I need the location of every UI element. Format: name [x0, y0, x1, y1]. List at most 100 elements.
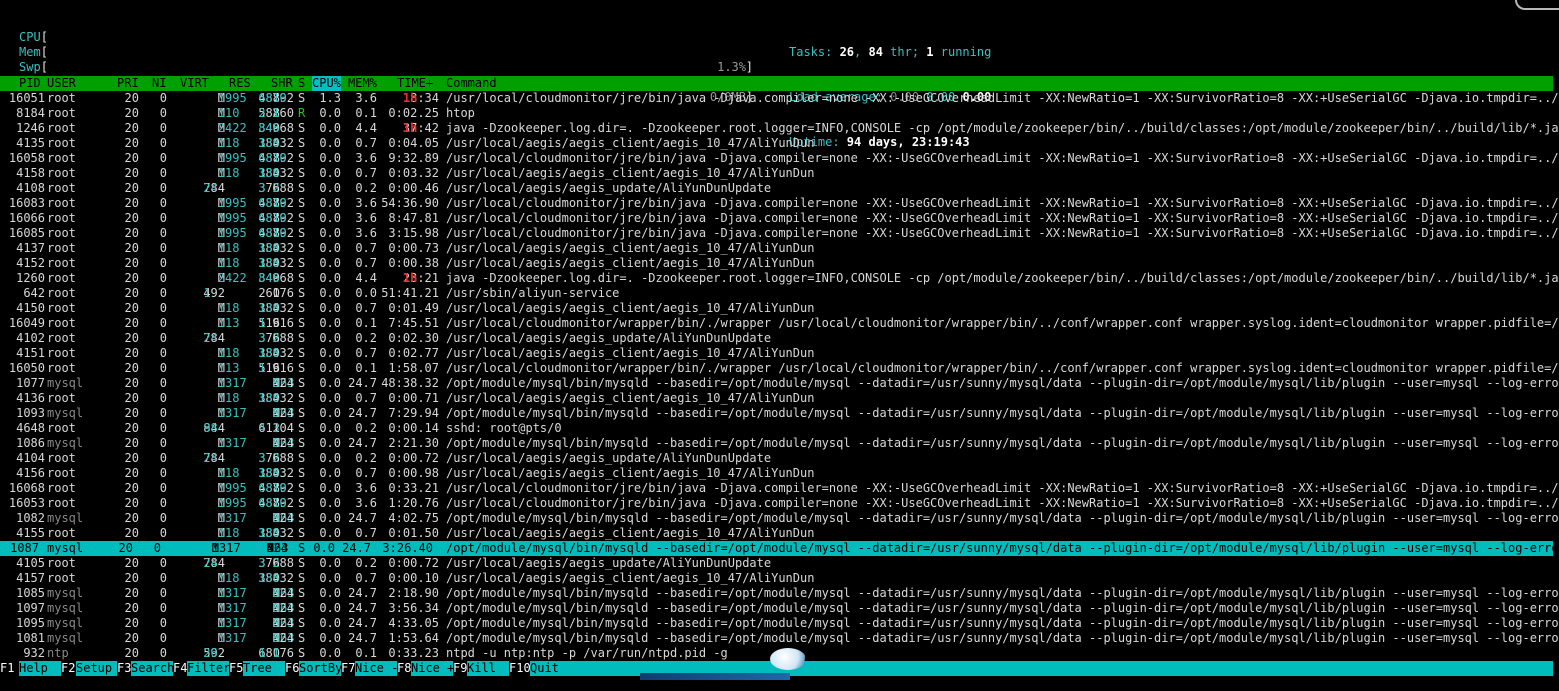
time-cell: 0:04.05	[388, 136, 439, 150]
process-row[interactable]: 1082 mysql 20 0 1317 M 463 M 8 424 S 0.0 24.7 4:02.75…	[0, 511, 1559, 526]
process-row[interactable]: 1246 root 20 0 2422 M 84 340 6 968 S 0.0 4.4 1h 37:42 j…	[0, 121, 1559, 136]
process-row[interactable]: 1260 root 20 0 2422 M 84 340 6 968 S 0.0 4.4 1h 23:21 j…	[0, 271, 1559, 286]
fkey-f6-label[interactable]: SortBy	[299, 661, 342, 676]
fkey-f7-label[interactable]: Nice -	[355, 661, 398, 676]
virt-cell: 118 M	[217, 136, 240, 150]
fkey-f8-label[interactable]: Nice +	[411, 661, 454, 676]
process-row[interactable]: 4648 root 20 0 98 844 4 612 3 104 S 0.0 0.2 0:00.14 ss…	[0, 421, 1559, 436]
process-row[interactable]: 4135 root 20 0 118 M 13 380 8 432 S 0.0 0.7 0:04.05/u…	[0, 136, 1559, 151]
shr-cell: 6 968	[272, 271, 294, 285]
user-cell: mysql	[47, 406, 84, 420]
col-header-state[interactable]: S	[298, 76, 305, 91]
priority-cell: 20	[124, 151, 139, 165]
process-row[interactable]: 4104 root 20 0 24 784 3 376 2 688 S 0.0 0.2 0:00.72/u…	[0, 451, 1559, 466]
process-row[interactable]: 4137 root 20 0 118 M 13 380 8 432 S 0.0 0.7 0:00.73/u…	[0, 241, 1559, 256]
process-row[interactable]: 4158 root 20 0 118 M 13 380 8 432 S 0.0 0.7 0:03.32/u…	[0, 166, 1559, 181]
process-row[interactable]: 642 root 20 0 1 492 260 176 S 0.0 0.0 51:41.21/usr/…	[0, 286, 1559, 301]
fkey-f10[interactable]: F10	[509, 661, 531, 676]
fkey-f4[interactable]: F4	[173, 661, 187, 676]
shr-cell: 2 688	[272, 181, 294, 195]
fkey-f10-label[interactable]: Quit	[530, 661, 559, 676]
process-row[interactable]: 1081 mysql 20 0 1317 M 463 M 8 424 S 0.0 24.7 1:53.64…	[0, 631, 1559, 646]
state-cell: S	[298, 586, 306, 600]
process-row[interactable]: 16066 root 20 0 1995 M 68 488 10 792 S 0.0 3.6 8:47.8…	[0, 211, 1559, 226]
process-row[interactable]: 4152 root 20 0 118 M 13 380 8 432 S 0.0 0.7 0:00.38/u…	[0, 256, 1559, 271]
shr-cell: 8 432	[272, 571, 294, 585]
fkey-f6[interactable]: F6	[285, 661, 299, 676]
cpu-meter: CPU[ 1.3% ]	[0, 15, 780, 74]
fkey-f8[interactable]: F8	[397, 661, 411, 676]
command-cell: /usr/local/aegis/aegis_client/aegis_10_4…	[446, 526, 815, 540]
process-row[interactable]: 16083 root 20 0 1995 M 68 488 10 792 S 0.0 3.6 54:36.…	[0, 196, 1559, 211]
col-header-mem[interactable]: MEM%	[348, 76, 377, 91]
fkey-f9[interactable]: F9	[453, 661, 467, 676]
process-row[interactable]: 8184 root 20 0 110 M 2 588 1 260 R 0.0 0.1 0:02.25 hto…	[0, 106, 1559, 121]
cpu-percent-cell: 0.0	[319, 646, 341, 660]
process-row[interactable]: 4156 root 20 0 118 M 13 380 8 432 S 0.0 0.7 0:00.98/u…	[0, 466, 1559, 481]
process-row[interactable]: 1095 mysql 20 0 1317 M 463 M 8 424 S 0.0 24.7 4:33.05…	[0, 616, 1559, 631]
col-header-time[interactable]: TIME+	[397, 76, 433, 91]
fkey-f7[interactable]: F7	[341, 661, 355, 676]
process-row[interactable]: 16068 root 20 0 1995 M 68 488 10 792 S 0.0 3.6 0:33.2…	[0, 481, 1559, 496]
cpu-percent-cell: 0.0	[319, 391, 341, 405]
process-row[interactable]: 16058 root 20 0 1995 M 68 488 10 792 S 0.0 3.6 9:32.8…	[0, 151, 1559, 166]
col-header-virt[interactable]: VIRT	[180, 76, 209, 91]
mem-percent-cell: 3.6	[355, 196, 377, 210]
process-row[interactable]: 1097 mysql 20 0 1317 M 463 M 8 424 S 0.0 24.7 3:56.34…	[0, 601, 1559, 616]
command-cell: /usr/local/aegis/aegis_client/aegis_10_4…	[446, 466, 815, 480]
shr-cell: 3 104	[272, 421, 294, 435]
col-header-pri[interactable]: PRI	[117, 76, 139, 91]
process-row[interactable]: 4102 root 20 0 24 784 3 376 2 688 S 0.0 0.2 0:02.30/u…	[0, 331, 1559, 346]
process-row[interactable]: 4150 root 20 0 118 M 13 380 8 432 S 0.0 0.7 0:01.49/u…	[0, 301, 1559, 316]
fkey-f1-label[interactable]: Help	[19, 661, 61, 676]
fkey-f1[interactable]: F1	[0, 661, 14, 676]
process-row[interactable]: 1086 mysql 20 0 1317 M 463 M 8 424 S 0.0 24.7 2:21.30…	[0, 436, 1559, 451]
command-cell: /usr/sbin/aliyun-service	[446, 286, 620, 300]
virt-cell: 1995 M	[217, 496, 247, 510]
process-row-selected[interactable]: 1087 mysql 20 0 1317 M 463 M 8 424 S 0.0 24.7 3:26.40…	[0, 541, 1553, 556]
process-row[interactable]: 16049 root 20 0 113 M 1 516 916 S 0.0 0.1 7:45.51/us…	[0, 316, 1559, 331]
fkey-f5[interactable]: F5	[229, 661, 243, 676]
swap-meter-label: Swp[	[19, 60, 48, 74]
virt-cell: 1995 M	[217, 151, 247, 165]
nice-cell: 0	[159, 466, 167, 480]
process-row[interactable]: 16085 root 20 0 1995 M 68 488 10 792 S 0.0 3.6 3:15.9…	[0, 226, 1559, 241]
fkey-f3[interactable]: F3	[117, 661, 131, 676]
col-header-res[interactable]: RES	[229, 76, 251, 91]
shr-cell: 2 688	[272, 331, 294, 345]
virt-cell: 118 M	[217, 256, 240, 270]
fkey-f2-label[interactable]: Setup	[76, 661, 117, 676]
col-header-cpu-sorted[interactable]: CPU%	[312, 76, 341, 91]
process-row[interactable]: 4157 root 20 0 118 M 13 380 8 432 S 0.0 0.7 0:00.10/u…	[0, 571, 1559, 586]
fkey-f5-label[interactable]: Tree	[243, 661, 285, 676]
fkey-f3-label[interactable]: Search	[131, 661, 174, 676]
process-row[interactable]: 1077 mysql 20 0 1317 M 463 M 8 424 S 0.0 24.7 48:38.3…	[0, 376, 1559, 391]
col-header-shr[interactable]: SHR	[271, 76, 293, 91]
fkey-f4-label[interactable]: Filter	[187, 661, 230, 676]
process-row[interactable]: 16051 root 20 0 1995 M 68 488 10 792 S 1.3 3.6 1h 18:3…	[0, 91, 1559, 106]
nice-cell: 0	[159, 166, 167, 180]
col-header-user[interactable]: USER	[47, 76, 76, 91]
process-row[interactable]: 4151 root 20 0 118 M 13 380 8 432 S 0.0 0.7 0:02.77/u…	[0, 346, 1559, 361]
state-cell: S	[298, 541, 306, 555]
process-row[interactable]: 1085 mysql 20 0 1317 M 463 M 8 424 S 0.0 24.7 2:18.90…	[0, 586, 1559, 601]
fkey-f2[interactable]: F2	[61, 661, 75, 676]
process-row[interactable]: 4108 root 20 0 24 784 3 376 2 688 S 0.0 0.2 0:00.46/u…	[0, 181, 1559, 196]
nice-cell: 0	[159, 271, 167, 285]
col-header-ni[interactable]: NI	[152, 76, 166, 91]
nice-cell: 0	[159, 526, 167, 540]
process-row[interactable]: 4105 root 20 0 24 784 3 376 2 688 S 0.0 0.2 0:00.72/u…	[0, 556, 1559, 571]
process-row[interactable]: 4136 root 20 0 118 M 13 380 8 432 S 0.0 0.7 0:00.71/u…	[0, 391, 1559, 406]
time-cell: 51:41.21	[381, 286, 439, 300]
fkey-f9-label[interactable]: Kill	[467, 661, 509, 676]
nice-cell: 0	[159, 151, 167, 165]
user-cell: root	[47, 301, 76, 315]
process-row[interactable]: 1093 mysql 20 0 1317 M 463 M 8 424 S 0.0 24.7 7:29.94…	[0, 406, 1559, 421]
process-row[interactable]: 4155 root 20 0 118 M 13 380 8 432 S 0.0 0.7 0:01.50/u…	[0, 526, 1559, 541]
process-row[interactable]: 16053 root 20 0 1995 M 68 488 10 792 S 0.0 3.6 1:20.7…	[0, 496, 1559, 511]
process-row[interactable]: 16050 root 20 0 113 M 1 516 916 S 0.0 0.1 1:58.07/us…	[0, 361, 1559, 376]
priority-cell: 20	[124, 586, 139, 600]
col-header-pid[interactable]: PID	[19, 76, 41, 91]
priority-cell: 20	[124, 181, 139, 195]
col-header-command[interactable]: Command	[446, 76, 497, 91]
